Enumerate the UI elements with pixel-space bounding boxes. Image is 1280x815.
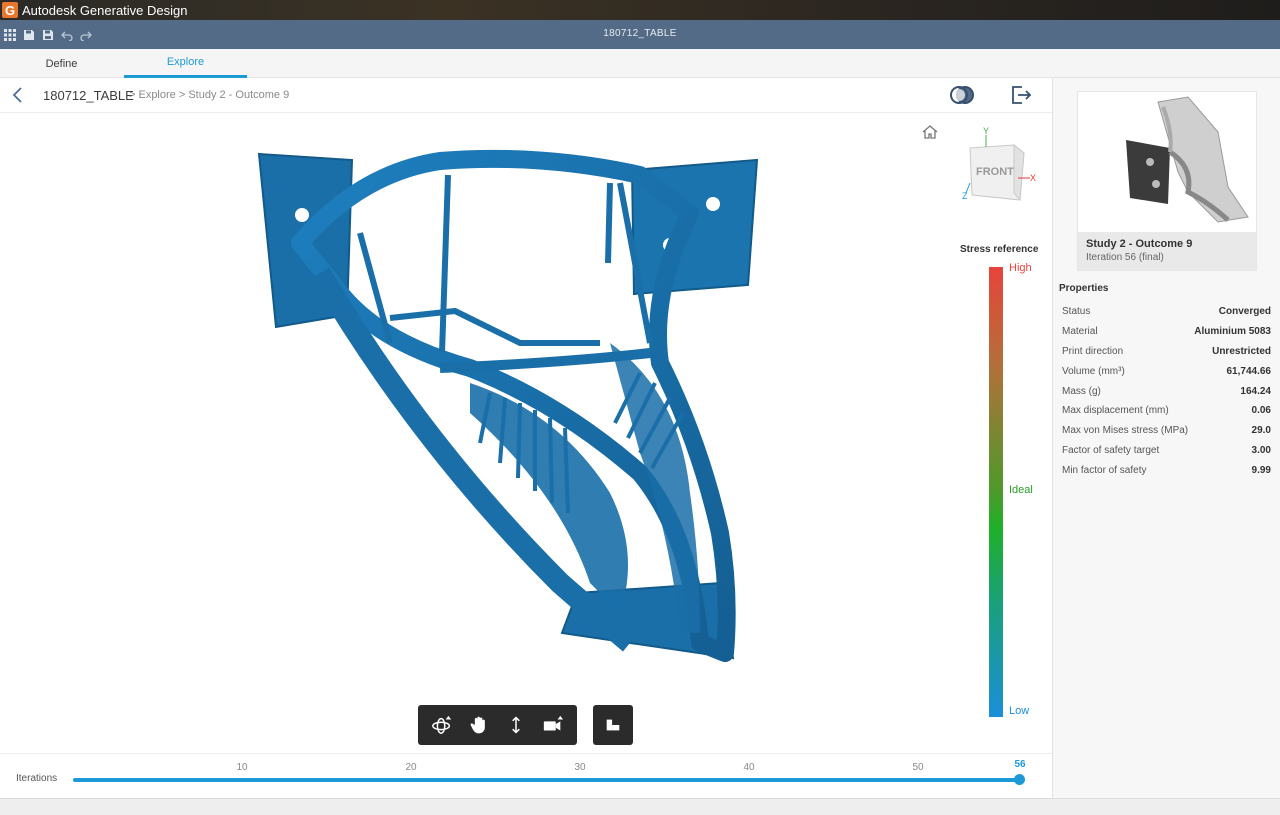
viewcube-axis-z: Z	[962, 191, 968, 201]
legend-low-label: Low	[1009, 705, 1030, 717]
property-row: Max displacement (mm) 0.06	[1062, 401, 1271, 421]
property-row: Status Converged	[1062, 302, 1271, 322]
property-row: Max von Mises stress (MPa) 29.0	[1062, 421, 1271, 441]
breadcrumb: 180712_TABLE > Explore > Study 2 - Outco…	[0, 78, 1052, 113]
iteration-tick: 40	[743, 762, 755, 773]
save-icon[interactable]	[20, 26, 38, 44]
property-label: Print direction	[1062, 345, 1124, 357]
iterations-slider-handle[interactable]	[1014, 774, 1025, 785]
redo-icon[interactable]	[77, 26, 95, 44]
camera-icon[interactable]	[539, 711, 567, 739]
outcome-thumbnail-footer: Study 2 - Outcome 9 Iteration 56 (final)	[1078, 232, 1256, 270]
properties-list: Status Converged Material Aluminium 5083 P…	[1062, 302, 1271, 480]
stress-color-bar	[989, 267, 1003, 717]
property-value: 0.06	[1251, 405, 1271, 417]
document-title: 180712_TABLE	[603, 28, 677, 39]
legend-high-label: High	[1009, 262, 1032, 274]
pan-hand-icon[interactable]	[465, 711, 493, 739]
iteration-tick: 20	[405, 762, 417, 773]
property-row: Material Aluminium 5083	[1062, 322, 1271, 342]
property-value: 61,744.66	[1226, 365, 1272, 377]
property-value: Unrestricted	[1212, 345, 1271, 357]
viewcube-face-label: FRONT	[976, 166, 1014, 178]
properties-title: Properties	[1059, 283, 1109, 294]
property-label: Min factor of safety	[1062, 464, 1147, 476]
save-as-icon[interactable]	[39, 26, 57, 44]
property-label: Max displacement (mm)	[1062, 405, 1169, 417]
compare-icon[interactable]	[949, 82, 975, 108]
viewcube[interactable]: Y X Z FRONT	[958, 123, 1040, 205]
app-title: Autodesk Generative Design	[22, 2, 188, 18]
iteration-tick: 10	[236, 762, 248, 773]
3d-viewport[interactable]: Y X Z FRONT Stress reference High Ideal …	[0, 113, 1052, 753]
home-view-icon[interactable]	[921, 123, 939, 141]
iteration-tick: 30	[574, 762, 586, 773]
workspace-tabs: Define Explore	[0, 49, 1280, 78]
property-row: Volume (mm³) 61,744.66	[1062, 361, 1271, 381]
breadcrumb-root[interactable]: 180712_TABLE	[43, 88, 134, 103]
outcome-iteration: Iteration 56 (final)	[1086, 252, 1164, 263]
property-label: Material	[1062, 326, 1098, 338]
breadcrumb-path: > Explore > Study 2 - Outcome 9	[129, 89, 290, 101]
iterations-slider-bar: Iterations 10 20 30 40 50 56	[0, 753, 1052, 798]
tab-define[interactable]: Define	[0, 49, 123, 78]
display-settings-icon[interactable]	[593, 705, 633, 745]
property-label: Volume (mm³)	[1062, 365, 1125, 377]
property-label: Factor of safety target	[1062, 444, 1160, 456]
stress-legend-title: Stress reference	[960, 244, 1039, 255]
undo-icon[interactable]	[58, 26, 76, 44]
property-value: 3.00	[1251, 444, 1271, 456]
iterations-track[interactable]	[73, 778, 1020, 782]
iteration-tick: 50	[912, 762, 924, 773]
property-value: Aluminium 5083	[1194, 326, 1271, 338]
property-value: 9.99	[1251, 464, 1271, 476]
outcome-thumbnail-card[interactable]: Study 2 - Outcome 9 Iteration 56 (final)	[1077, 91, 1257, 271]
outcome-name: Study 2 - Outcome 9	[1086, 238, 1193, 250]
iterations-label: Iterations	[16, 773, 58, 784]
property-value: 29.0	[1251, 425, 1271, 437]
app-grid-icon[interactable]	[1, 26, 19, 44]
property-label: Mass (g)	[1062, 385, 1101, 397]
generative-model-render	[257, 149, 759, 662]
legend-ideal-label: Ideal	[1009, 484, 1033, 496]
outcome-thumbnail-image	[1126, 96, 1249, 223]
tab-explore[interactable]: Explore	[124, 49, 247, 78]
current-iteration: 56	[1014, 759, 1026, 770]
property-row: Min factor of safety 9.99	[1062, 460, 1271, 480]
orbit-icon[interactable]	[428, 711, 456, 739]
window-title-bar: G Autodesk Generative Design	[0, 0, 1280, 20]
viewcube-axis-x: X	[1030, 173, 1036, 183]
property-value: 164.24	[1240, 385, 1271, 397]
navigation-toolbar	[418, 705, 577, 745]
property-label: Max von Mises stress (MPa)	[1062, 425, 1189, 437]
app-logo-icon: G	[2, 2, 18, 18]
property-value: Converged	[1218, 306, 1271, 318]
status-bar	[0, 798, 1280, 815]
property-row: Mass (g) 164.24	[1062, 381, 1271, 401]
quick-access-toolbar: 180712_TABLE	[0, 20, 1280, 49]
property-row: Print direction Unrestricted	[1062, 342, 1271, 362]
property-label: Status	[1062, 306, 1091, 318]
viewcube-axis-y: Y	[983, 126, 989, 136]
back-arrow-icon[interactable]	[8, 85, 28, 105]
zoom-icon[interactable]	[502, 711, 530, 739]
property-row: Factor of safety target 3.00	[1062, 441, 1271, 461]
outcome-details-panel: Study 2 - Outcome 9 Iteration 56 (final)…	[1052, 78, 1280, 798]
export-icon[interactable]	[1008, 82, 1034, 108]
